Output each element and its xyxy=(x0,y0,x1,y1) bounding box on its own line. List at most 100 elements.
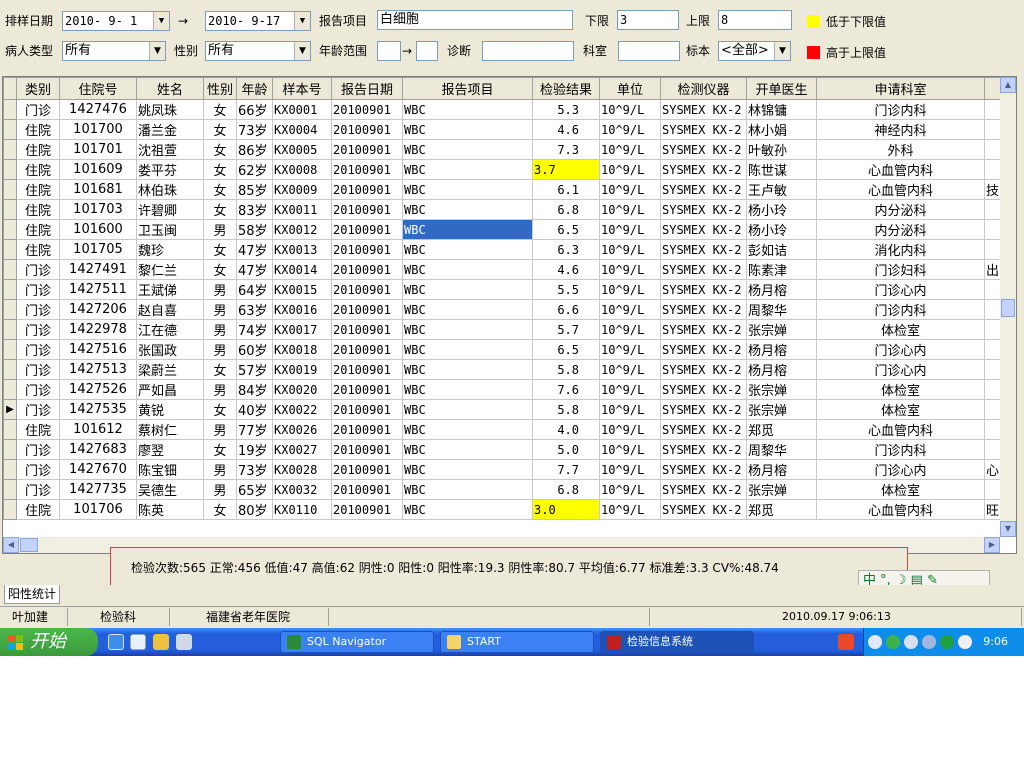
cell-sample[interactable]: KX0005 xyxy=(272,139,332,160)
cell-item[interactable]: WBC xyxy=(402,139,533,160)
cell-id[interactable]: 1427526 xyxy=(59,379,137,400)
computer-icon[interactable] xyxy=(922,635,936,649)
cell-dept[interactable]: 体检室 xyxy=(816,479,985,500)
cell-unit[interactable]: 10^9/L xyxy=(599,299,661,320)
cell-item[interactable]: WBC xyxy=(402,179,533,200)
cell-name[interactable]: 娄平芬 xyxy=(136,159,204,180)
cell-item[interactable]: WBC xyxy=(402,479,533,500)
row-indicator[interactable] xyxy=(3,159,17,180)
chevron-down-icon[interactable]: ▼ xyxy=(774,42,790,60)
row-indicator[interactable] xyxy=(3,499,17,520)
table-row[interactable]: 住院 101600 卫玉闽男 58岁 KX0012 20100901 WBC 6.5 10^9/… xyxy=(3,219,1002,240)
age-from-input[interactable] xyxy=(377,41,401,61)
scroll-down-icon[interactable]: ▼ xyxy=(1000,521,1016,537)
cell-sex[interactable]: 男 xyxy=(203,219,237,240)
cell-sample[interactable]: KX0012 xyxy=(272,219,332,240)
cell-age[interactable]: 85岁 xyxy=(236,179,273,200)
cell-instrument[interactable]: SYSMEX KX-2 xyxy=(660,379,747,400)
row-indicator[interactable] xyxy=(3,139,17,160)
cell-sample[interactable]: KX0008 xyxy=(272,159,332,180)
cell-id[interactable]: 101706 xyxy=(59,499,137,520)
cell-unit[interactable]: 10^9/L xyxy=(599,359,661,380)
cell-sex[interactable]: 男 xyxy=(203,479,237,500)
task-lab-system[interactable]: 检验信息系统 xyxy=(600,631,754,653)
cell-age[interactable]: 74岁 xyxy=(236,319,273,340)
cell-item[interactable]: WBC xyxy=(402,359,533,380)
cell-result[interactable]: 4.0 xyxy=(532,419,600,440)
table-row[interactable]: 门诊 1427476 姚凤珠女 66岁 KX0001 20100901 WBC 5.3 10^9… xyxy=(3,99,1002,120)
cell-sex[interactable]: 女 xyxy=(203,179,237,200)
column-header[interactable]: 申请科室 xyxy=(816,77,985,100)
cell-age[interactable]: 57岁 xyxy=(236,359,273,380)
row-indicator[interactable] xyxy=(3,199,17,220)
column-header[interactable]: 开单医生 xyxy=(746,77,817,100)
cell-sex[interactable]: 女 xyxy=(203,119,237,140)
cell-sample[interactable]: KX0017 xyxy=(272,319,332,340)
cell-date[interactable]: 20100901 xyxy=(331,259,403,280)
table-row[interactable]: 门诊 1427670 陈宝钿男 73岁 KX0028 20100901 WBC 7.7 10^9… xyxy=(3,459,1002,480)
cell-sex[interactable]: 女 xyxy=(203,399,237,420)
table-row[interactable]: 住院 101706 陈英女 80岁 KX0110 20100901 WBC 3.0 10^9/L… xyxy=(3,499,1002,520)
table-row[interactable]: 门诊 1427526 严如昌男 84岁 KX0020 20100901 WBC 7.6 10^9… xyxy=(3,379,1002,400)
date-from-picker[interactable]: 2010- 9- 1 ▼ xyxy=(62,11,170,31)
cell-unit[interactable]: 10^9/L xyxy=(599,119,661,140)
cell-item[interactable]: WBC xyxy=(402,219,533,240)
cell-name[interactable]: 吴德生 xyxy=(136,479,204,500)
cell-doctor[interactable]: 杨小玲 xyxy=(746,219,817,240)
table-row[interactable]: 住院 101612 蔡树仁男 77岁 KX0026 20100901 WBC 4.0 10^9/… xyxy=(3,419,1002,440)
cell-type[interactable]: 门诊 xyxy=(16,279,60,300)
cell-sample[interactable]: KX0016 xyxy=(272,299,332,320)
cell-dept[interactable]: 内分泌科 xyxy=(816,199,985,220)
cell-extra[interactable] xyxy=(983,119,1002,140)
cell-extra[interactable] xyxy=(983,159,1002,180)
cell-date[interactable]: 20100901 xyxy=(331,119,403,140)
cell-instrument[interactable]: SYSMEX KX-2 xyxy=(660,219,747,240)
cell-instrument[interactable]: SYSMEX KX-2 xyxy=(660,279,747,300)
cell-unit[interactable]: 10^9/L xyxy=(599,339,661,360)
table-row[interactable]: ▶ 门诊 1427535 黄锐女 40岁 KX0022 20100901 WBC 5.8 10^9… xyxy=(3,399,1002,420)
cell-extra[interactable] xyxy=(983,439,1002,460)
cell-doctor[interactable]: 张宗婵 xyxy=(746,379,817,400)
cell-date[interactable]: 20100901 xyxy=(331,199,403,220)
cell-type[interactable]: 门诊 xyxy=(16,319,60,340)
cell-type[interactable]: 门诊 xyxy=(16,439,60,460)
cell-date[interactable]: 20100901 xyxy=(331,379,403,400)
cell-instrument[interactable]: SYSMEX KX-2 xyxy=(660,139,747,160)
cell-extra[interactable] xyxy=(983,99,1002,120)
cell-sample[interactable]: KX0014 xyxy=(272,259,332,280)
vertical-scrollbar[interactable]: ▲ ▼ xyxy=(1000,77,1016,537)
cell-sex[interactable]: 男 xyxy=(203,279,237,300)
cell-result[interactable]: 6.5 xyxy=(532,219,600,240)
cell-unit[interactable]: 10^9/L xyxy=(599,439,661,460)
cell-id[interactable]: 101609 xyxy=(59,159,137,180)
cell-type[interactable]: 住院 xyxy=(16,199,60,220)
cell-sex[interactable]: 女 xyxy=(203,499,237,520)
cell-name[interactable]: 蔡树仁 xyxy=(136,419,204,440)
cell-age[interactable]: 80岁 xyxy=(236,499,273,520)
cell-doctor[interactable]: 陈世谋 xyxy=(746,159,817,180)
cell-name[interactable]: 梁蔚兰 xyxy=(136,359,204,380)
cell-type[interactable]: 住院 xyxy=(16,239,60,260)
scroll-up-icon[interactable]: ▲ xyxy=(1000,77,1016,93)
cell-id[interactable]: 1427683 xyxy=(59,439,137,460)
department-input[interactable] xyxy=(618,41,680,61)
scroll-left-icon[interactable]: ◀ xyxy=(3,537,19,553)
cell-age[interactable]: 64岁 xyxy=(236,279,273,300)
row-indicator[interactable] xyxy=(3,479,17,500)
cell-item[interactable]: WBC xyxy=(402,439,533,460)
cell-date[interactable]: 20100901 xyxy=(331,279,403,300)
cell-dept[interactable]: 门诊内科 xyxy=(816,99,985,120)
cell-name[interactable]: 陈宝钿 xyxy=(136,459,204,480)
cell-type[interactable]: 住院 xyxy=(16,219,60,240)
cell-dept[interactable]: 心血管内科 xyxy=(816,499,985,520)
cell-date[interactable]: 20100901 xyxy=(331,299,403,320)
cell-item[interactable]: WBC xyxy=(402,419,533,440)
cell-age[interactable]: 62岁 xyxy=(236,159,273,180)
calculator-icon[interactable] xyxy=(176,634,192,650)
cell-sex[interactable]: 男 xyxy=(203,379,237,400)
network-icon[interactable] xyxy=(886,635,900,649)
cell-type[interactable]: 门诊 xyxy=(16,339,60,360)
cell-dept[interactable]: 门诊心内 xyxy=(816,359,985,380)
cell-id[interactable]: 1427513 xyxy=(59,359,137,380)
cell-result[interactable]: 5.8 xyxy=(532,399,600,420)
